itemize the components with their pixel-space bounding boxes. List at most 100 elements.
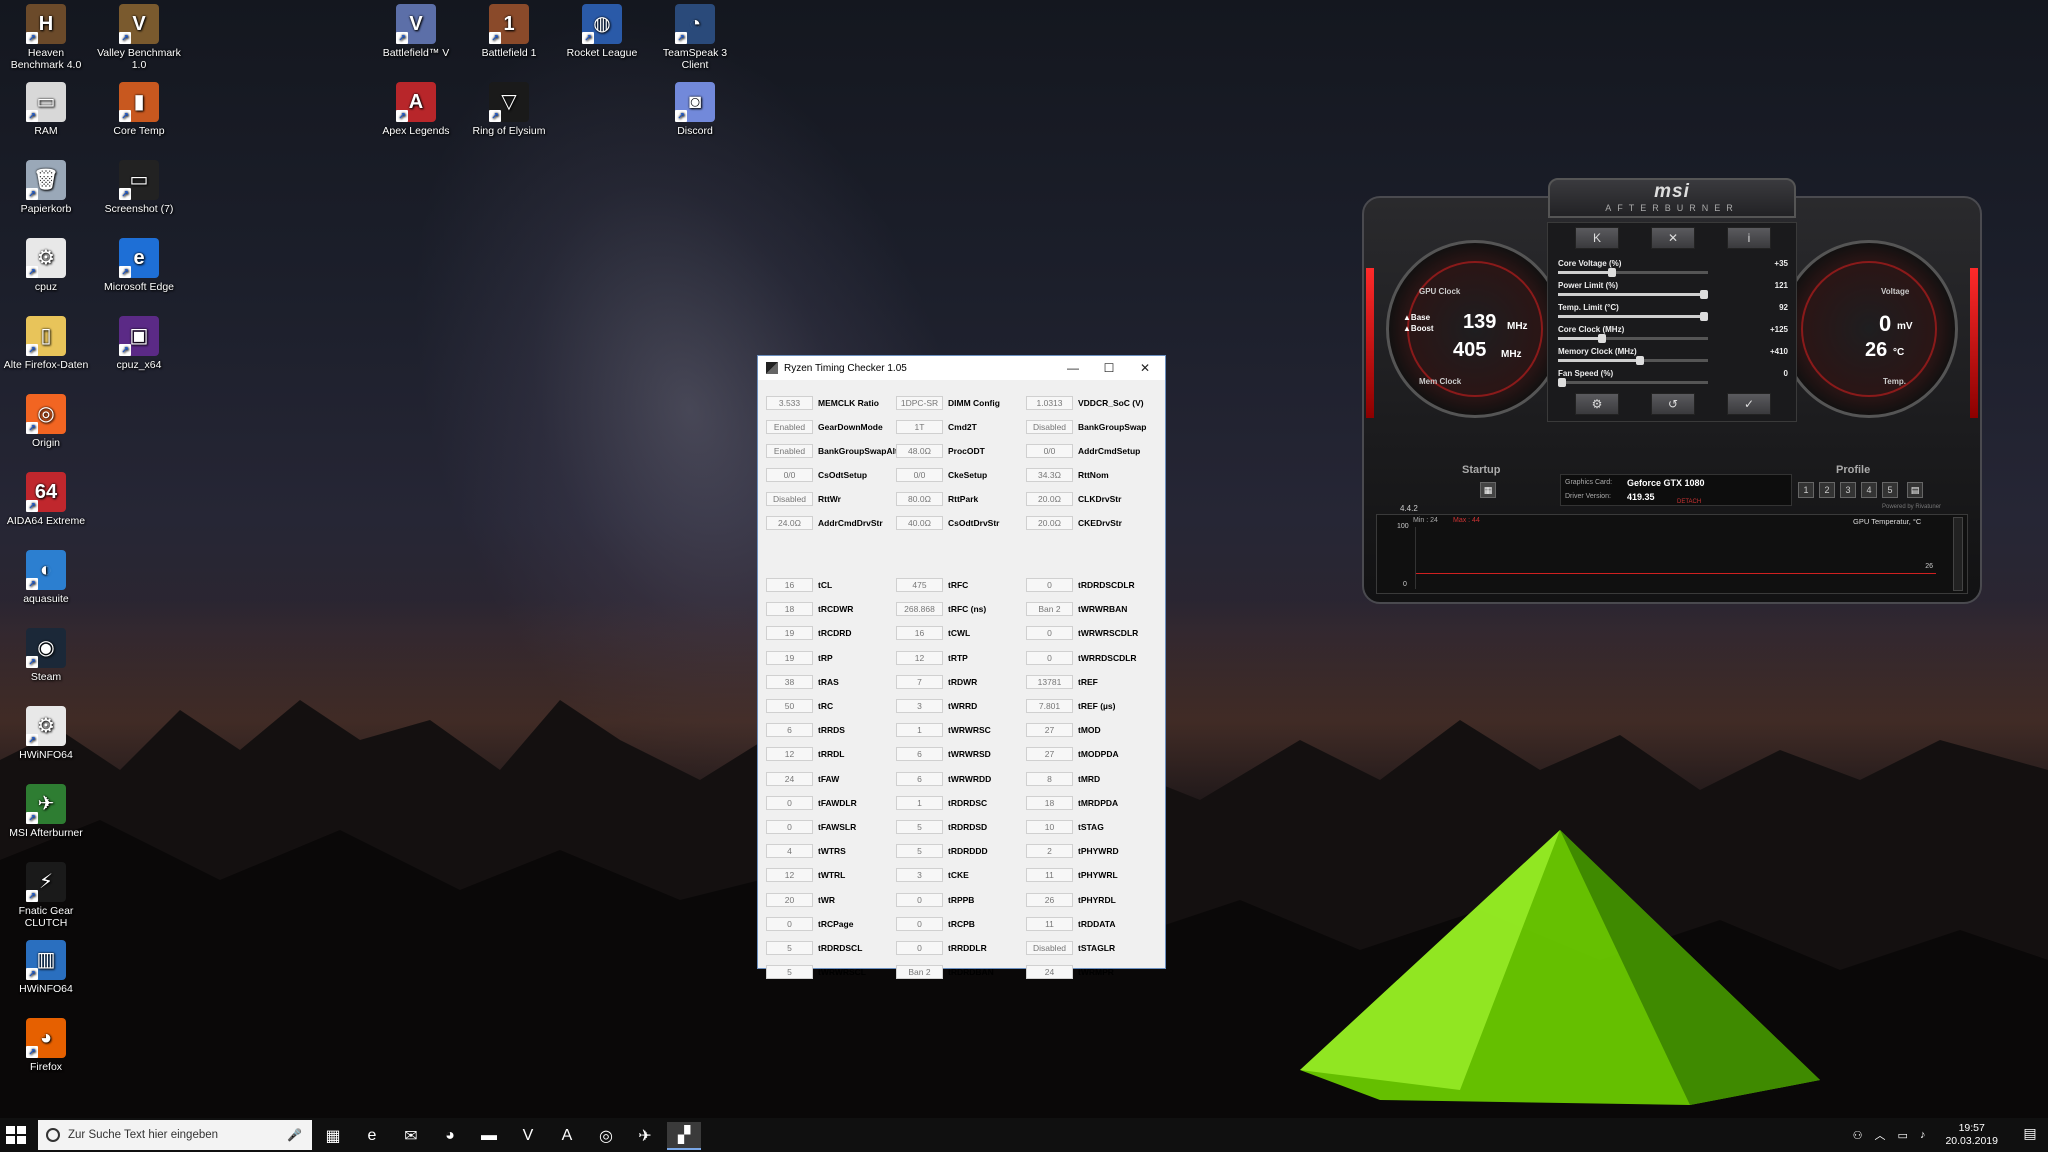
desktop-icon-hwinfo64[interactable]: ▥ HWiNFO64 <box>0 940 92 995</box>
desktop-icon-microsoft-edge[interactable]: e Microsoft Edge <box>93 238 185 293</box>
label-tcwl: tCWL <box>948 628 971 639</box>
desktop-icon-ring-of-elysium[interactable]: ▽ Ring of Elysium <box>463 82 555 137</box>
info-button[interactable]: i <box>1727 227 1771 249</box>
desktop-icon-battlefield-v[interactable]: V Battlefield™ V <box>370 4 462 59</box>
slider-memory-clock-mhz-[interactable]: Memory Clock (MHz) +410 <box>1558 347 1788 365</box>
close-button[interactable]: ✕ <box>1127 356 1163 380</box>
microphone-icon[interactable]: 🎤 <box>287 1128 302 1142</box>
desktop-icon-cpuz[interactable]: ⚙ cpuz <box>0 238 92 293</box>
value-tfawslr: 0 <box>766 820 813 834</box>
desktop-icon-discord[interactable]: ◙ Discord <box>649 82 741 137</box>
desktop-icon-apex-legends[interactable]: A Apex Legends <box>370 82 462 137</box>
slider-knob[interactable] <box>1700 290 1708 299</box>
slider-core-clock-mhz-[interactable]: Core Clock (MHz) +125 <box>1558 325 1788 343</box>
slider-fan-speed-[interactable]: Fan Speed (%) 0 <box>1558 369 1788 387</box>
taskbar-search[interactable]: Zur Suche Text hier eingeben 🎤 <box>38 1120 312 1150</box>
reset-button[interactable]: ↺ <box>1651 393 1695 415</box>
profile-button-1[interactable]: 1 <box>1798 482 1814 498</box>
slider-knob[interactable] <box>1700 312 1708 321</box>
apply-button[interactable]: ✓ <box>1727 393 1771 415</box>
desktop-icon-aquasuite[interactable]: ◐ aquasuite <box>0 550 92 605</box>
label-tmodpda: tMODPDA <box>1078 749 1119 760</box>
slider-track[interactable] <box>1558 334 1708 343</box>
slider-track[interactable] <box>1558 290 1708 299</box>
slider-knob[interactable] <box>1636 356 1645 365</box>
taskbar-task-view-icon[interactable]: ▦ <box>316 1122 350 1150</box>
profile-button-2[interactable]: 2 <box>1819 482 1835 498</box>
slider-fill <box>1558 337 1600 340</box>
oc-scanner-button[interactable]: ✕ <box>1651 227 1695 249</box>
graph-scrollbar[interactable] <box>1953 517 1963 591</box>
taskbar-mail-icon[interactable]: ✉ <box>394 1122 428 1150</box>
slider-track[interactable] <box>1558 268 1708 277</box>
window-title: Ryzen Timing Checker 1.05 <box>784 362 907 374</box>
minimize-button[interactable]: — <box>1055 356 1091 380</box>
driver-version-label: Driver Version: <box>1565 493 1611 500</box>
value-tref-s-: 7.801 <box>1026 699 1073 713</box>
desktop-icon-origin[interactable]: ◎ Origin <box>0 394 92 449</box>
slider-core-voltage-[interactable]: Core Voltage (%) +35 <box>1558 259 1788 277</box>
taskbar-apex-legends-icon[interactable]: A <box>550 1122 584 1150</box>
desktop-icon-valley-benchmark-1-0[interactable]: V Valley Benchmark 1.0 <box>93 4 185 71</box>
slider-knob[interactable] <box>1558 378 1566 387</box>
detach-link[interactable]: DETACH <box>1677 499 1701 505</box>
desktop-icon-papierkorb[interactable]: 🗑 Papierkorb <box>0 160 92 215</box>
windows-start-icon[interactable] <box>6 1126 26 1144</box>
slider-knob[interactable] <box>1607 268 1616 277</box>
desktop-icon-cpuz-x64[interactable]: ▣ cpuz_x64 <box>93 316 185 371</box>
network-icon[interactable]: ▭ <box>1898 1129 1908 1142</box>
k-boost-button[interactable]: K <box>1575 227 1619 249</box>
taskbar-origin-icon[interactable]: ◎ <box>589 1122 623 1150</box>
desktop-icon-aida64-extreme[interactable]: 64 AIDA64 Extreme <box>0 472 92 527</box>
msi-afterburner-window[interactable]: msi AFTERBURNER GPU Clock ▲Base ▲Boost 1… <box>1362 178 1982 604</box>
profile-button-5[interactable]: 5 <box>1882 482 1898 498</box>
value-twrwrdd: 6 <box>896 771 943 786</box>
label-tras: tRAS <box>818 676 839 687</box>
desktop-icon-alte-firefox-daten[interactable]: ▯ Alte Firefox-Daten <box>0 316 92 371</box>
taskbar-file-explorer-icon[interactable]: ▬ <box>472 1122 506 1150</box>
desktop-icon-fnatic-gear-clutch[interactable]: ⚡ Fnatic Gear CLUTCH <box>0 862 92 929</box>
label-tmod: tMOD <box>1078 725 1101 736</box>
notification-center-icon[interactable]: ▤ <box>2020 1125 2040 1145</box>
value-tras: 38 <box>766 674 813 689</box>
desktop-icon-msi-afterburner[interactable]: ✈ MSI Afterburner <box>0 784 92 839</box>
desktop-icon-label: Battlefield™ V <box>382 47 450 59</box>
ryzen-timing-checker-window[interactable]: Ryzen Timing Checker 1.05 — ☐ ✕ 3.533 MEM… <box>757 355 1166 980</box>
slider-temp-limit-c-[interactable]: Temp. Limit (°C) 92 <box>1558 303 1788 321</box>
taskbar-battlefield-v-icon[interactable]: V <box>511 1122 545 1150</box>
desktop-icon-label: Fnatic Gear CLUTCH <box>18 905 74 929</box>
slider-track[interactable] <box>1558 356 1708 365</box>
slider-knob[interactable] <box>1597 334 1606 343</box>
maximize-button[interactable]: ☐ <box>1091 356 1127 380</box>
taskbar-ryzen-timing-checker-icon[interactable]: ▞ <box>667 1122 701 1150</box>
taskbar-msi-afterburner-icon[interactable]: ✈ <box>628 1122 662 1150</box>
taskbar-edge-icon[interactable]: e <box>355 1122 389 1150</box>
slider-track[interactable] <box>1558 312 1708 321</box>
slider-track[interactable] <box>1558 378 1708 387</box>
desktop-icon-rocket-league[interactable]: ◍ Rocket League <box>556 4 648 59</box>
people-icon[interactable]: ⚇ <box>1853 1129 1863 1142</box>
label-twrwrscdlr: tWRWRSCDLR <box>1078 628 1139 639</box>
desktop-icon-screenshot-7-[interactable]: ▭ Screenshot (7) <box>93 160 185 215</box>
profile-button-4[interactable]: 4 <box>1861 482 1877 498</box>
startup-windows-icon[interactable]: ▦ <box>1480 482 1496 498</box>
desktop-icon-firefox[interactable]: ◕ Firefox <box>0 1018 92 1073</box>
title-bar[interactable]: Ryzen Timing Checker 1.05 — ☐ ✕ <box>758 356 1165 380</box>
settings-button[interactable]: ⚙ <box>1575 393 1619 415</box>
desktop-icon-teamspeak-3-client[interactable]: ◔ TeamSpeak 3 Client <box>649 4 741 71</box>
desktop-icon-battlefield-1[interactable]: 1 Battlefield 1 <box>463 4 555 59</box>
desktop-icon-steam[interactable]: ◉ Steam <box>0 628 92 683</box>
tray-overflow-icon[interactable]: ︿ <box>1875 1127 1886 1143</box>
taskbar-firefox-icon[interactable]: ◕ <box>433 1122 467 1150</box>
save-profile-icon[interactable]: ▤ <box>1907 482 1923 498</box>
label-trtp: tRTP <box>948 652 968 663</box>
desktop-icon-core-temp[interactable]: ▮ Core Temp <box>93 82 185 137</box>
slider-power-limit-[interactable]: Power Limit (%) 121 <box>1558 281 1788 299</box>
desktop-icon-heaven-benchmark-4-0[interactable]: H Heaven Benchmark 4.0 <box>0 4 92 71</box>
desktop-icon-label: TeamSpeak 3 Client <box>662 47 728 71</box>
clock[interactable]: 19:57 20.03.2019 <box>1945 1122 1998 1148</box>
desktop-icon-ram[interactable]: ▭ RAM <box>0 82 92 137</box>
profile-button-3[interactable]: 3 <box>1840 482 1856 498</box>
volume-icon[interactable]: ♪ <box>1920 1129 1926 1141</box>
desktop-icon-hwinfo64[interactable]: ⚙ HWiNFO64 <box>0 706 92 761</box>
